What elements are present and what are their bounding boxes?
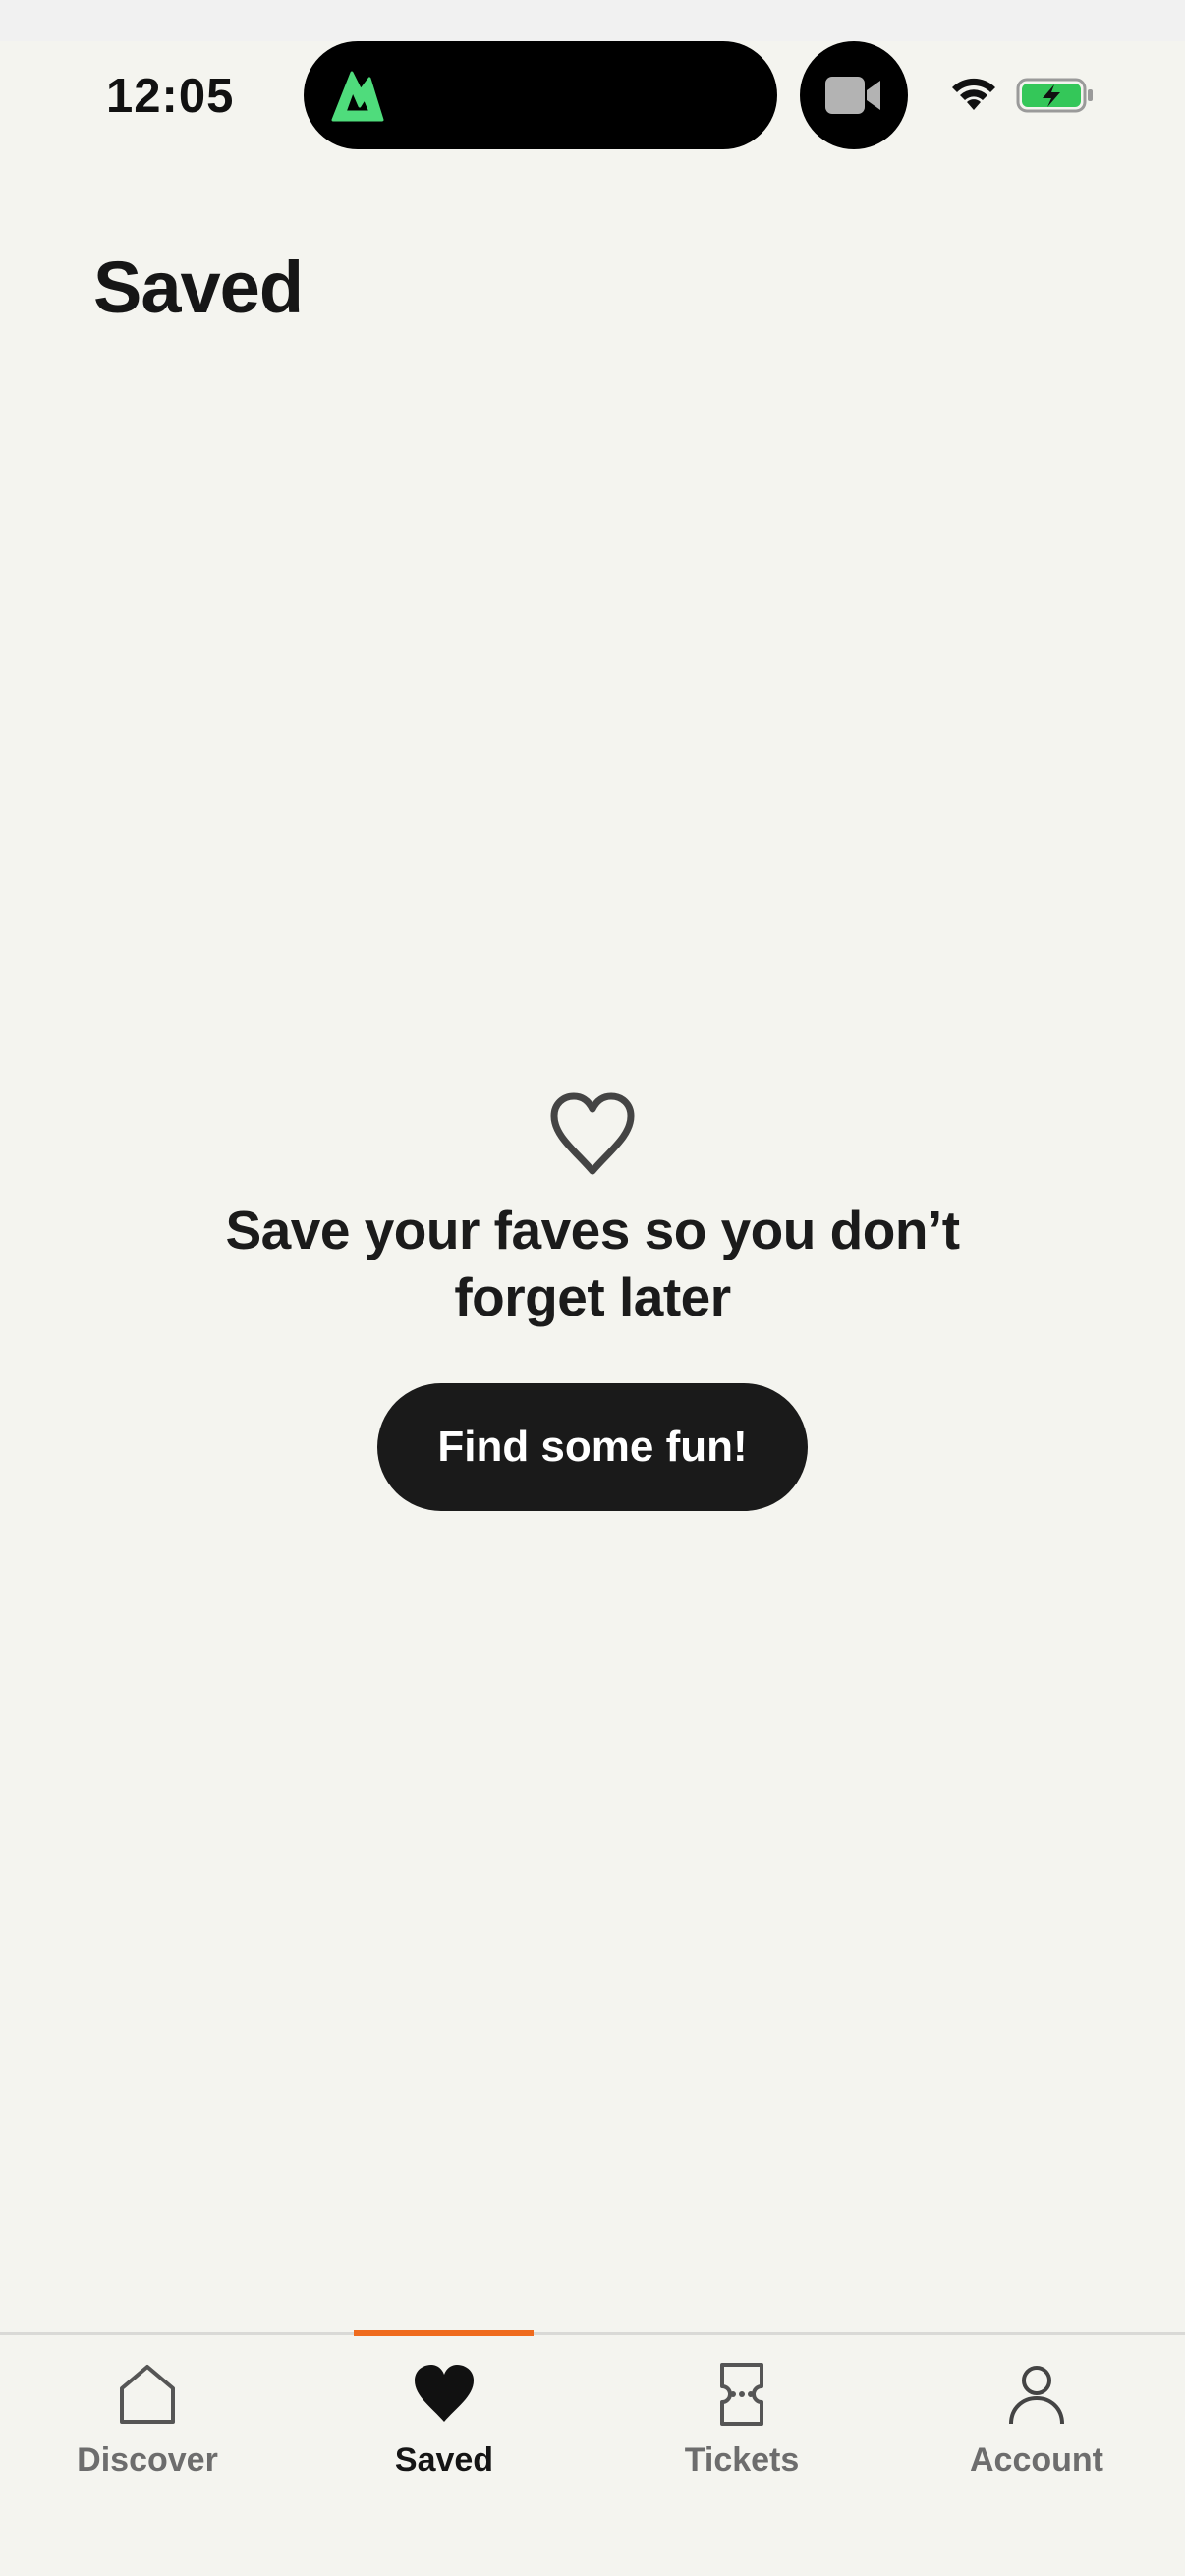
page-title: Saved: [93, 247, 304, 328]
heart-outline-icon: [550, 1092, 635, 1175]
home-icon: [120, 2365, 175, 2424]
wifi-icon: [952, 78, 995, 110]
tab-label: Saved: [394, 2441, 494, 2479]
status-time: 12:05: [106, 70, 235, 123]
battery-charging-icon: [1016, 78, 1093, 113]
person-icon: [1009, 2366, 1064, 2425]
tab-label: Tickets: [684, 2441, 800, 2479]
video-camera-icon: [825, 77, 880, 114]
ticket-icon: [720, 2363, 763, 2426]
tab-label: Account: [970, 2441, 1103, 2479]
app-logo-icon: [331, 71, 384, 122]
dynamic-island[interactable]: [304, 41, 777, 149]
tab-label: Discover: [77, 2441, 218, 2479]
tab-tickets[interactable]: Tickets: [624, 2335, 860, 2532]
bottom-tab-bar: Discover Saved Tickets Account: [0, 2330, 1185, 2576]
tab-account[interactable]: Account: [919, 2335, 1155, 2532]
camera-indicator[interactable]: [800, 41, 908, 149]
empty-state: Save your faves so you don’t forget late…: [0, 1091, 1185, 1511]
tab-saved[interactable]: Saved: [326, 2335, 562, 2532]
heart-filled-icon: [415, 2365, 474, 2422]
status-bar: 12:05: [0, 0, 1185, 187]
tab-discover[interactable]: Discover: [29, 2335, 265, 2532]
empty-state-message: Save your faves so you don’t forget late…: [225, 1200, 960, 1327]
find-some-fun-button[interactable]: Find some fun!: [377, 1383, 808, 1511]
